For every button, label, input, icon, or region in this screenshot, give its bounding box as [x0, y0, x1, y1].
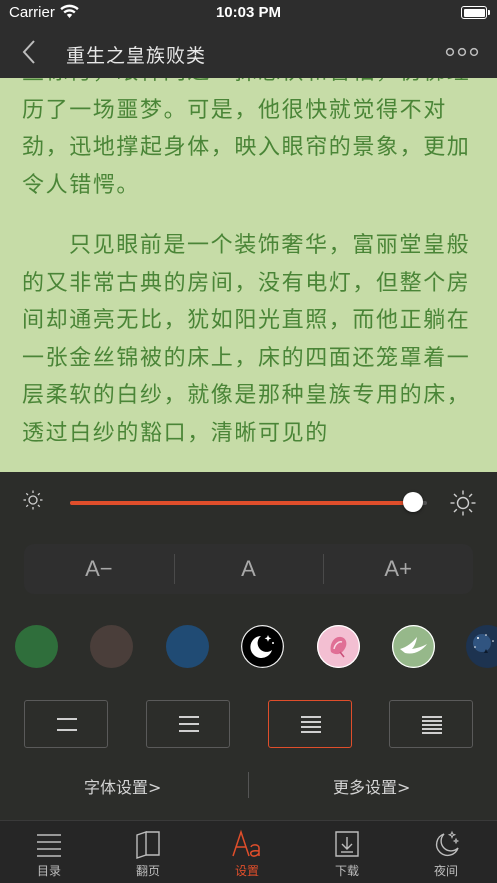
status-bar: Carrier 10:03 PM	[0, 0, 497, 26]
moon-stars-icon	[241, 625, 284, 668]
download-icon	[332, 829, 362, 859]
settings-links: 字体设置> 更多设置>	[0, 772, 497, 798]
tab-label: 目录	[36, 864, 61, 878]
navigation-bar: 重生之皇族败类	[0, 26, 497, 78]
tab-label: 翻页	[135, 864, 160, 878]
tab-settings[interactable]: 设置	[212, 829, 282, 881]
font-increase-button[interactable]: A+	[323, 544, 473, 594]
line-spacing-normal-button[interactable]	[268, 700, 352, 748]
font-settings-icon	[232, 829, 262, 859]
bird-theme-swatch[interactable]	[392, 625, 435, 668]
tab-download[interactable]: 下载	[312, 829, 382, 881]
font-decrease-button[interactable]: A−	[24, 544, 174, 594]
theme-swatches	[0, 625, 497, 669]
back-arrow-icon[interactable]	[16, 38, 44, 66]
book-title: 重生之皇族败类	[66, 45, 207, 67]
brightness-slider-thumb[interactable]	[402, 492, 423, 512]
links-divider	[248, 772, 249, 798]
tab-label: 夜间	[433, 864, 458, 878]
night-mode-icon	[431, 829, 461, 859]
tab-night-mode[interactable]: 夜间	[411, 829, 481, 881]
spacing-wide-icon	[57, 718, 77, 731]
font-default-button[interactable]: A	[173, 544, 324, 594]
spacing-medium-icon	[179, 716, 199, 732]
starry-theme-swatch[interactable]	[466, 625, 497, 668]
brightness-slider[interactable]	[70, 492, 427, 512]
starry-night-icon	[466, 625, 497, 668]
spacing-normal-icon	[301, 716, 321, 733]
tab-page-turn[interactable]: 翻页	[113, 829, 183, 881]
line-spacing-options	[0, 700, 497, 749]
book-icon	[133, 829, 163, 859]
battery-icon	[461, 6, 490, 19]
flower-icon	[317, 625, 360, 668]
bird-icon	[392, 625, 435, 668]
line-spacing-compact-button[interactable]	[389, 700, 473, 748]
more-options-icon[interactable]	[444, 44, 480, 60]
line-spacing-wide-button[interactable]	[24, 700, 108, 748]
tab-catalog[interactable]: 目录	[14, 829, 84, 881]
brightness-high-icon	[449, 489, 477, 517]
brightness-level	[70, 501, 413, 505]
list-icon	[34, 829, 64, 859]
chapter-text: 些惊愕，眼神闪过一抹恐惧和害怕，仿佛经历了一场噩梦。可是，他很快就觉得不对劲，迅…	[22, 54, 478, 452]
more-settings-link[interactable]: 更多设置>	[333, 774, 410, 798]
night-theme-swatch[interactable]	[241, 625, 284, 668]
blue-theme-swatch[interactable]	[166, 625, 209, 668]
paragraph: 只见眼前是一个装饰奢华，富丽堂皇般的又非常古典的房间，没有电灯，但整个房间却通亮…	[22, 233, 471, 446]
font-size-control: A− A A+	[24, 544, 473, 594]
brown-theme-swatch[interactable]	[90, 625, 133, 668]
line-spacing-medium-button[interactable]	[146, 700, 230, 748]
font-settings-link[interactable]: 字体设置>	[84, 774, 161, 798]
tab-label: 设置	[234, 864, 259, 878]
pink-theme-swatch[interactable]	[317, 625, 360, 668]
clock: 10:03 PM	[215, 4, 282, 21]
tab-label: 下载	[334, 864, 359, 878]
spacing-compact-icon	[422, 716, 442, 734]
bottom-toolbar: 目录 翻页 设置 下载 夜间	[0, 820, 497, 883]
brightness-low-icon	[22, 489, 44, 511]
green-theme-swatch[interactable]	[15, 625, 58, 668]
